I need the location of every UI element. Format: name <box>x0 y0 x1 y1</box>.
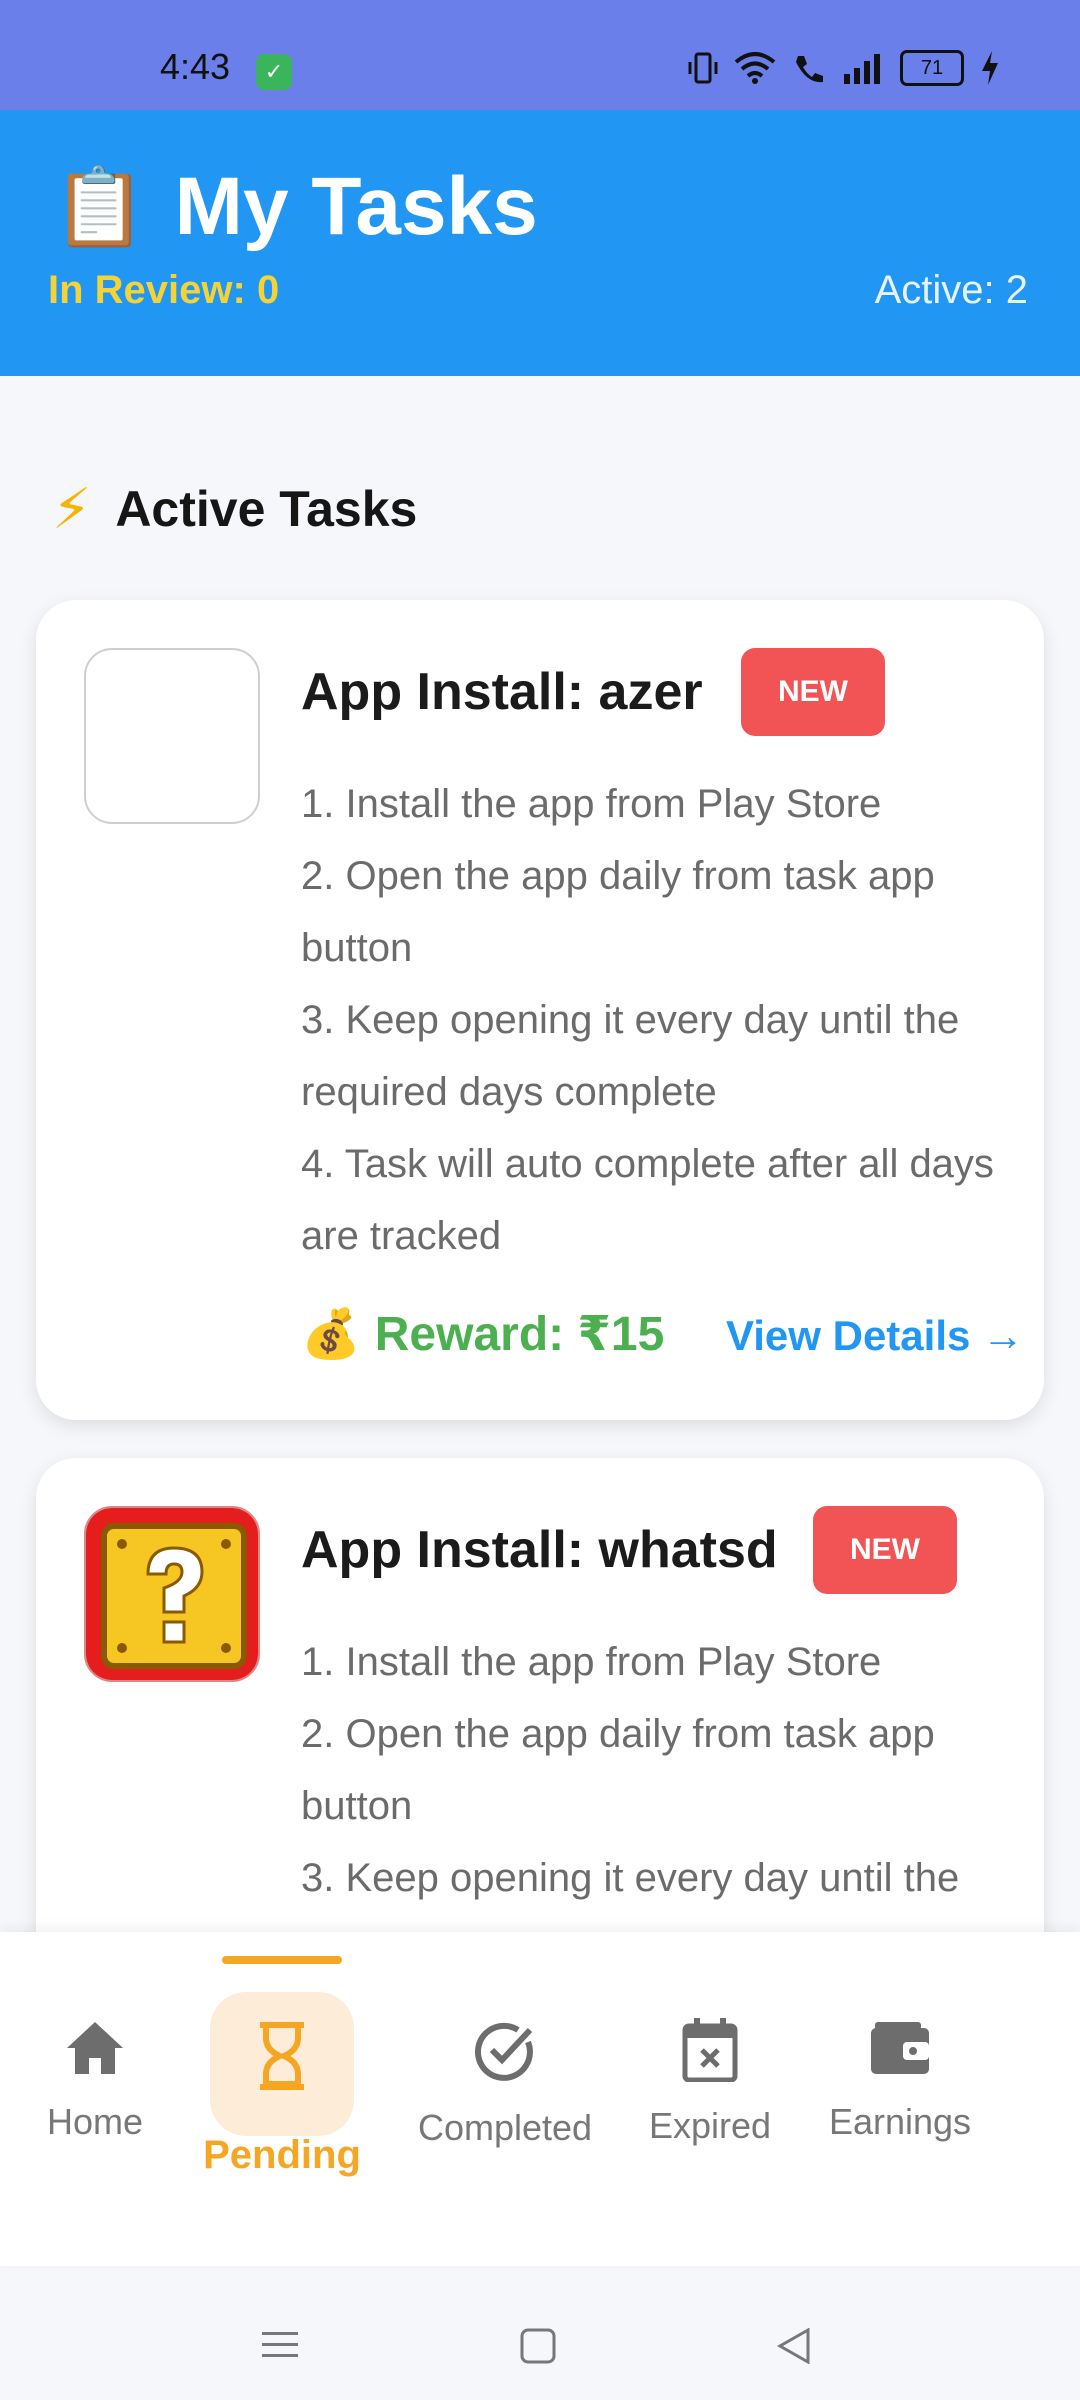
wallet-icon <box>871 2022 929 2074</box>
nav-home[interactable]: Home <box>30 1932 160 2143</box>
nav-label: Earnings <box>828 2101 972 2142</box>
section-title-text: Active Tasks <box>115 481 418 537</box>
view-details-link[interactable]: View Details → <box>726 1312 1024 1360</box>
question-block-icon <box>84 1506 260 1682</box>
call-icon <box>796 56 823 83</box>
task-step: 4. Task will auto complete after all day… <box>301 1142 994 1258</box>
task-step: 1. Install the app from Play Store <box>301 1640 882 1684</box>
calendar-x-icon <box>682 2018 738 2083</box>
app-icon-placeholder <box>84 648 260 824</box>
nav-expired[interactable]: Expired <box>640 1932 780 2147</box>
lightning-icon: ⚡ <box>52 477 92 540</box>
check-circle-icon <box>474 2022 533 2081</box>
signal-icon <box>844 54 880 84</box>
page-title: 📋 My Tasks <box>52 160 538 254</box>
charging-icon <box>982 51 998 85</box>
in-review-count: In Review: 0 <box>48 268 280 312</box>
nav-label: Expired <box>648 2105 772 2146</box>
status-bar: 4:43 ✓ 71 <box>0 0 1080 110</box>
system-nav-bar <box>0 2290 1080 2400</box>
task-card[interactable]: App Install: azer NEW 1. Install the app… <box>36 600 1044 1420</box>
back-icon[interactable] <box>776 2328 812 2364</box>
task-step: 1. Install the app from Play Store <box>301 782 882 826</box>
status-time: 4:43 <box>160 46 231 87</box>
task-steps: 1. Install the app from Play Store 2. Op… <box>301 768 1001 1272</box>
shield-icon: ✓ <box>256 54 292 90</box>
nav-label: Completed <box>417 2107 593 2148</box>
new-badge: NEW <box>813 1506 957 1594</box>
clipboard-icon: 📋 <box>52 165 147 250</box>
task-step: 3. Keep opening it every day until the r… <box>301 998 960 1114</box>
nav-pending[interactable]: Pending <box>192 1932 372 2178</box>
nav-completed[interactable]: Completed <box>405 1932 605 2149</box>
task-step: 2. Open the app daily from task app butt… <box>301 1712 935 1828</box>
task-title: App Install: azer <box>301 663 703 721</box>
battery-icon: 71 <box>900 50 964 86</box>
reward: 💰 Reward: ₹15 <box>301 1305 664 1362</box>
new-badge: NEW <box>741 648 885 736</box>
task-step: 2. Open the app daily from task app butt… <box>301 854 935 970</box>
section-title: ⚡ Active Tasks <box>52 476 417 542</box>
vibrate-icon <box>688 52 718 84</box>
money-bag-icon: 💰 <box>301 1308 361 1361</box>
active-count: Active: 2 <box>874 268 1028 312</box>
nav-label: Home <box>46 2101 144 2142</box>
app-header: 📋 My Tasks In Review: 0 Active: 2 <box>0 110 1080 376</box>
menu-icon[interactable] <box>262 2330 298 2360</box>
nav-earnings[interactable]: Earnings <box>815 1932 985 2143</box>
status-icons: 71 <box>688 50 1000 86</box>
hourglass-icon <box>260 2022 304 2090</box>
task-title: App Install: whatsd <box>301 1521 778 1579</box>
home-button-icon[interactable] <box>520 2328 556 2364</box>
nav-label: Pending <box>203 2133 361 2177</box>
bottom-nav: Home Pending Completed Expired Earnings <box>0 1932 1080 2266</box>
wifi-icon <box>734 52 776 84</box>
reward-text: Reward: ₹15 <box>374 1307 665 1361</box>
page-title-text: My Tasks <box>174 161 538 252</box>
home-icon <box>67 2022 123 2074</box>
